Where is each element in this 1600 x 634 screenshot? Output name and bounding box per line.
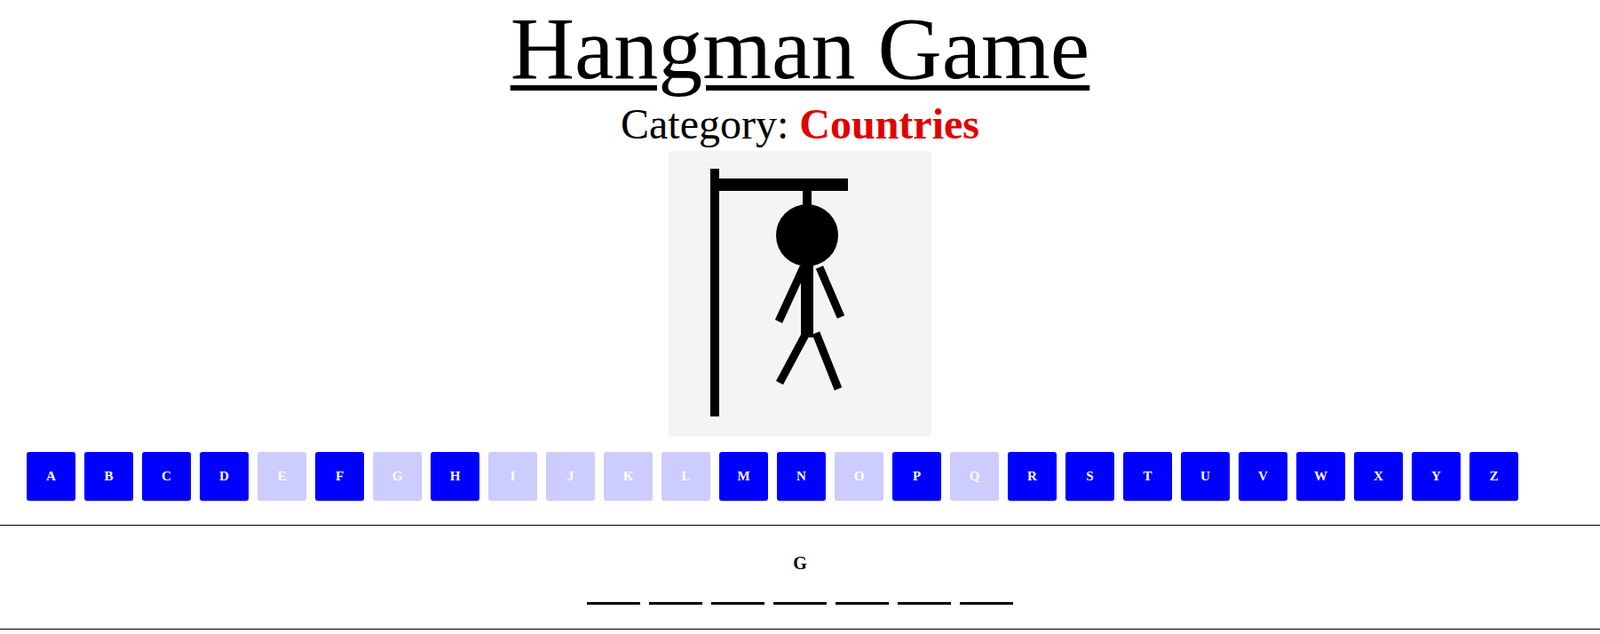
letter-button[interactable]: Y xyxy=(1411,451,1461,501)
letter-slot xyxy=(711,584,765,605)
letter-button[interactable]: X xyxy=(1354,451,1403,501)
letter-button[interactable]: V xyxy=(1238,451,1288,501)
letter-slot xyxy=(835,584,889,605)
letter-button[interactable]: Q xyxy=(950,451,999,501)
letter-button[interactable]: T xyxy=(1123,451,1173,501)
guessed-letters: G xyxy=(792,552,808,574)
category-value: Countries xyxy=(799,100,980,148)
letter-button[interactable]: J xyxy=(546,451,595,501)
letter-button[interactable]: U xyxy=(1180,451,1230,501)
letter-button[interactable]: F xyxy=(315,451,365,501)
word-area: G xyxy=(0,524,1600,630)
letter-button[interactable]: R xyxy=(1007,451,1057,501)
hangman-drawing xyxy=(668,150,932,437)
letter-button[interactable]: S xyxy=(1065,451,1115,501)
letter-button[interactable]: G xyxy=(372,451,422,501)
letter-button[interactable]: D xyxy=(199,451,249,501)
letter-button[interactable]: L xyxy=(661,451,711,501)
letter-slot xyxy=(897,584,951,605)
hangman-page: Hangman GameCategory: CountriesABCDEFGHI… xyxy=(0,0,1600,634)
game-title: Hangman Game xyxy=(510,0,1091,98)
letter-slot xyxy=(586,584,641,605)
category: Category: Countries xyxy=(620,99,980,150)
letter-button[interactable]: P xyxy=(892,451,942,501)
letter-button[interactable]: H xyxy=(430,451,480,501)
letter-button[interactable]: C xyxy=(142,451,191,501)
word-slots xyxy=(586,584,1014,605)
letter-button[interactable]: K xyxy=(603,451,653,501)
letter-button[interactable]: M xyxy=(719,451,769,501)
letter-button[interactable]: I xyxy=(488,451,538,501)
letter-button[interactable]: Z xyxy=(1469,451,1519,501)
letter-slot xyxy=(773,584,827,605)
letter-button[interactable]: E xyxy=(257,451,307,501)
letter-button[interactable]: W xyxy=(1296,451,1346,501)
letter-button[interactable]: N xyxy=(776,451,826,501)
letter-button[interactable]: A xyxy=(26,451,76,501)
letter-slot xyxy=(959,584,1014,605)
letter-button[interactable]: O xyxy=(834,451,884,501)
letter-button[interactable]: B xyxy=(84,451,134,501)
hangman-icon xyxy=(668,150,932,437)
letter-slot xyxy=(649,584,703,605)
category-label: Category: xyxy=(620,100,800,148)
letter-keyboard: ABCDEFGHIJKLMNOPQRSTUVWXYZ xyxy=(0,451,1600,501)
